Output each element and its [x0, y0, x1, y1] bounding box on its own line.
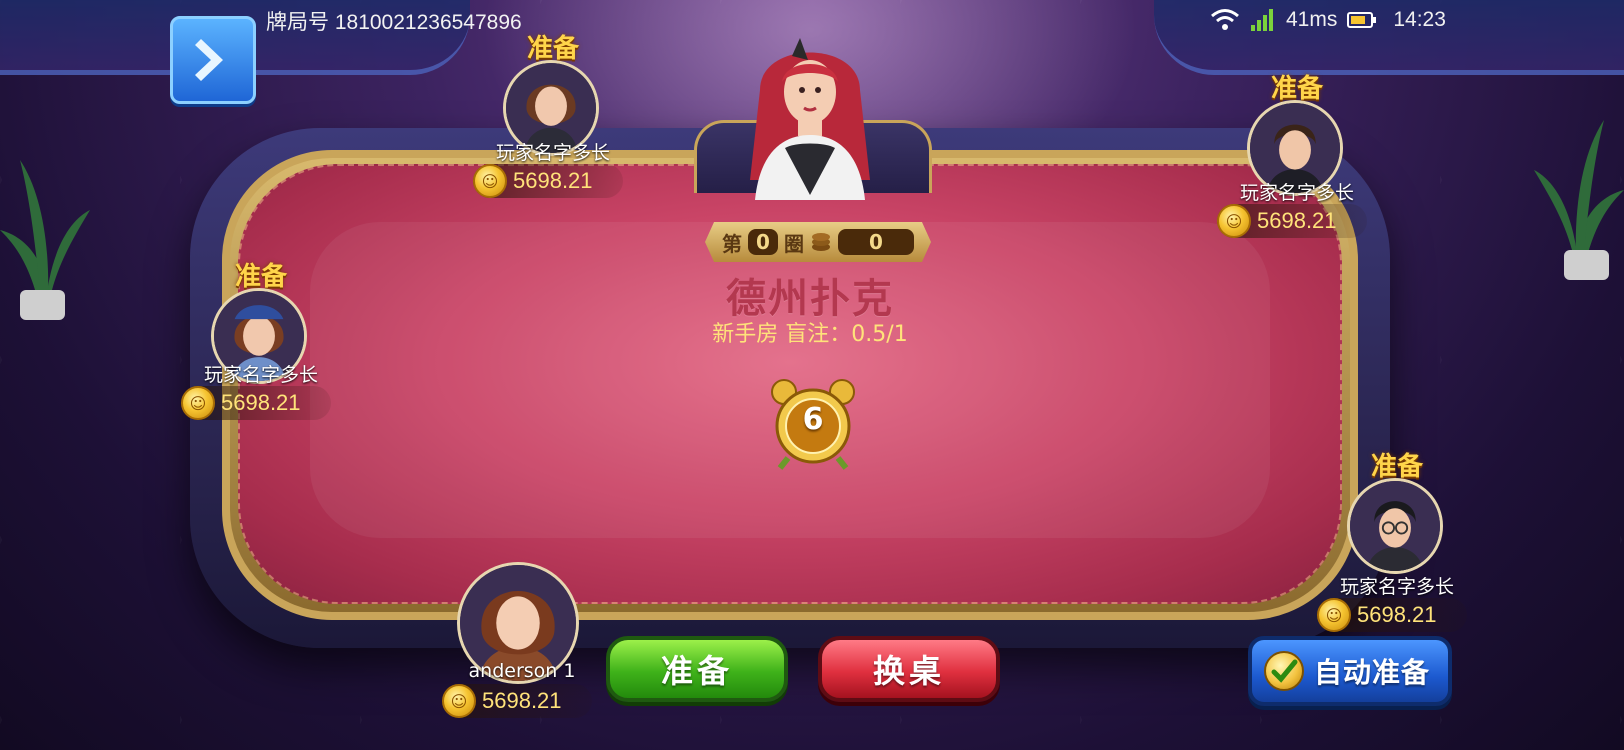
plant-left-icon — [0, 160, 90, 320]
auto-ready-label: 自动准备 — [1314, 656, 1431, 689]
coin-icon: ☺ — [1317, 598, 1351, 632]
player-chips: ☺ 5698.21 — [1217, 204, 1367, 238]
status-bar: 41ms 14:23 — [1210, 4, 1446, 36]
auto-ready-button[interactable]: 自动准备 — [1248, 636, 1452, 706]
chip-amount: 5698.21 — [513, 168, 593, 193]
plant-right-icon — [1534, 120, 1624, 280]
battery-icon — [1347, 12, 1377, 28]
player-chips: ☺ 5698.21 — [473, 164, 623, 198]
circle-label: 圈 — [783, 231, 804, 256]
coin-icon: ☺ — [442, 684, 476, 718]
countdown-value: 6 — [802, 402, 824, 437]
player-seat-top-left[interactable]: 准备 玩家名字多长 ☺ 5698.21 — [473, 28, 628, 198]
check-icon — [1264, 651, 1304, 691]
pot-value: 0 — [837, 229, 914, 255]
chip-amount: 5698.21 — [1357, 602, 1437, 627]
back-button[interactable] — [170, 16, 256, 104]
round-plate: 第 0 圈 0 — [705, 222, 931, 262]
chip-amount: 5698.21 — [482, 688, 562, 713]
chip-amount: 5698.21 — [221, 390, 301, 415]
player-seat-left[interactable]: 准备 玩家名字多长 ☺ 5698.21 — [181, 256, 336, 436]
clock-text: 14:23 — [1393, 8, 1446, 31]
chip-stack-icon — [811, 233, 830, 251]
player-name: 玩家名字多长 — [203, 364, 318, 386]
dealer-avatar — [750, 38, 870, 200]
player-name: 玩家名字多长 — [1239, 182, 1354, 204]
self-player-chips: ☺ 5698.21 — [442, 684, 592, 718]
player-chips: ☺ 5698.21 — [181, 386, 331, 420]
self-player-name: anderson 1 — [468, 660, 576, 682]
wifi-icon — [1211, 9, 1239, 30]
player-chips: ☺ 5698.21 — [1317, 598, 1467, 632]
round-label: 第 — [722, 231, 743, 256]
coin-icon: ☺ — [1217, 204, 1251, 238]
player-name: 玩家名字多长 — [495, 142, 610, 164]
coin-icon: ☺ — [181, 386, 215, 420]
coin-icon: ☺ — [473, 164, 507, 198]
chevron-right-icon — [195, 39, 223, 81]
player-avatar — [1347, 478, 1443, 574]
ping-text: 41ms — [1286, 8, 1338, 31]
round-value: 0 — [748, 229, 778, 255]
player-name: 玩家名字多长 — [1339, 576, 1454, 598]
ready-button[interactable]: 准备 — [606, 636, 788, 702]
room-info: 新手房 盲注：0.5/1 — [712, 322, 908, 347]
player-seat-top-right[interactable]: 准备 玩家名字多长 ☺ 5698.21 — [1217, 68, 1372, 244]
self-player-seat[interactable]: anderson 1 ☺ 5698.21 — [442, 562, 602, 722]
player-seat-right[interactable]: 准备 玩家名字多长 ☺ 5698.21 — [1317, 446, 1472, 632]
change-table-button[interactable]: 换桌 — [818, 636, 1000, 702]
chip-amount: 5698.21 — [1257, 208, 1337, 233]
signal-icon — [1251, 9, 1273, 31]
